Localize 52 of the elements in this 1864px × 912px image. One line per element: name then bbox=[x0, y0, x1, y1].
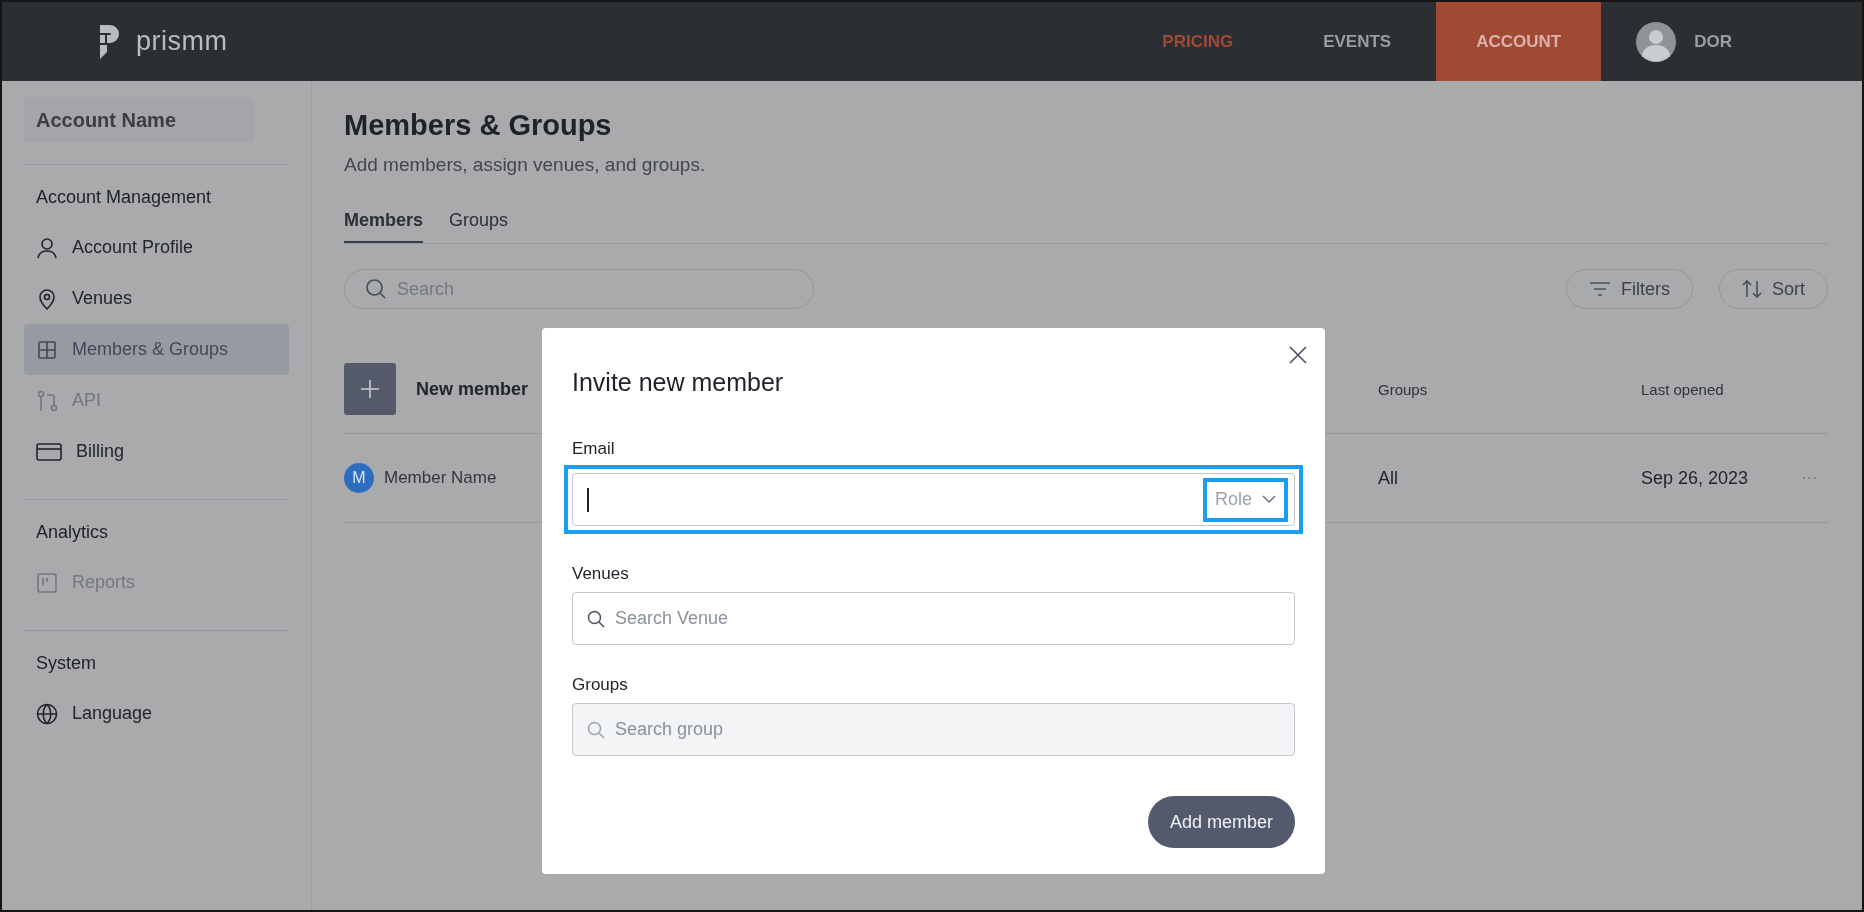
role-dropdown[interactable]: Role bbox=[1202, 477, 1288, 522]
filter-icon bbox=[1589, 281, 1611, 297]
search-icon bbox=[587, 720, 605, 739]
column-header: Last opened bbox=[1641, 380, 1725, 398]
account-name: Account Name bbox=[24, 99, 254, 142]
nav-tab[interactable]: PRICING bbox=[1117, 2, 1279, 81]
placeholder-text: Search Venue bbox=[615, 608, 729, 629]
table-cell-text: Sep 26, 2023 bbox=[1641, 467, 1750, 489]
field-label: Groups bbox=[572, 675, 629, 695]
member-name: Member Name bbox=[384, 468, 497, 488]
email-field[interactable]: Role bbox=[572, 473, 1295, 526]
user-name[interactable]: DOR bbox=[1694, 31, 1732, 52]
chevron-down-icon bbox=[1262, 495, 1276, 504]
new-member-label: New member bbox=[416, 378, 529, 400]
tab[interactable]: Groups bbox=[449, 210, 509, 243]
field-label: Email bbox=[572, 439, 616, 459]
location-pin-icon bbox=[36, 287, 58, 310]
logo-text: prismm bbox=[136, 26, 228, 57]
sidebar-item[interactable]: Billing bbox=[24, 426, 289, 477]
sort-icon bbox=[1742, 279, 1762, 299]
add-member-button[interactable] bbox=[344, 363, 396, 415]
sidebar-item[interactable]: Venues bbox=[24, 273, 289, 324]
field-label: Venues bbox=[572, 564, 630, 584]
sidebar-item[interactable]: Account Profile bbox=[24, 222, 289, 273]
sidebar-item[interactable]: Members & Groups bbox=[24, 324, 289, 375]
section-title: Analytics bbox=[35, 521, 110, 544]
person-icon bbox=[36, 236, 58, 259]
sidebar-item[interactable]: Language bbox=[24, 688, 289, 739]
nav-tab[interactable]: EVENTS bbox=[1278, 2, 1437, 81]
grid-icon bbox=[36, 338, 58, 361]
nav-tab[interactable]: ACCOUNT bbox=[1436, 2, 1602, 81]
search-icon bbox=[587, 609, 605, 628]
search-field[interactable]: Search Venue bbox=[572, 592, 1295, 645]
credit-card-icon bbox=[36, 440, 62, 463]
avatar-icon bbox=[1636, 21, 1677, 62]
plus-icon bbox=[360, 379, 380, 399]
globe-icon bbox=[36, 702, 58, 725]
tab[interactable]: Members bbox=[344, 210, 424, 243]
dialog-title: Invite new member bbox=[572, 368, 785, 397]
branch-icon bbox=[36, 389, 58, 412]
page-title: Members & Groups bbox=[344, 109, 613, 142]
column-header: Groups bbox=[1378, 380, 1429, 398]
table-cell-text: All bbox=[1378, 467, 1399, 489]
search-icon bbox=[365, 278, 387, 300]
add-member-button[interactable]: Add member bbox=[1147, 796, 1295, 848]
placeholder-text: Search group bbox=[615, 719, 724, 740]
board-icon bbox=[36, 571, 58, 594]
section-title: System bbox=[35, 652, 97, 675]
member-avatar: M bbox=[344, 463, 374, 493]
page-subtitle: Add members, assign venues, and groups. bbox=[344, 154, 707, 176]
logo-icon bbox=[98, 24, 120, 59]
section-title: Account Management bbox=[35, 186, 213, 209]
